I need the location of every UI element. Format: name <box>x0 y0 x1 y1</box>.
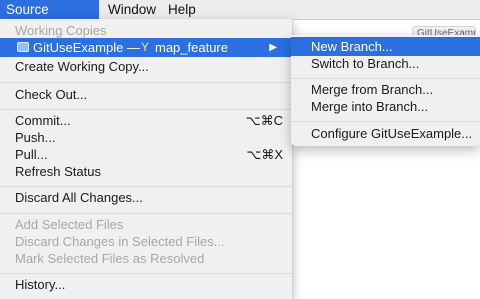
submenu-item-merge-into-branch[interactable]: Merge into Branch... <box>291 97 480 116</box>
branch-icon: Y <box>141 40 150 54</box>
menu-separator <box>0 186 293 187</box>
working-copy-submenu: New Branch... Switch to Branch... Merge … <box>291 35 480 146</box>
working-copy-label: GitUseExample — <box>33 40 140 55</box>
source-control-menu: Working Copies GitUseExample — Y map_fea… <box>0 19 293 299</box>
folder-icon <box>17 42 29 52</box>
menu-separator <box>0 109 293 110</box>
menu-item-mark-resolved: Mark Selected Files as Resolved <box>15 251 205 266</box>
branch-name: map_feature <box>155 40 228 55</box>
submenu-item-configure[interactable]: Configure GitUseExample... <box>291 124 480 143</box>
menu-item-discard-all-changes[interactable]: Discard All Changes... <box>0 188 293 207</box>
menu-separator <box>0 273 293 274</box>
menu-separator <box>0 82 293 83</box>
menu-item-working-copy-gituseexample[interactable]: GitUseExample — Y map_feature ▶ <box>0 38 293 57</box>
menu-item-check-out[interactable]: Check Out... <box>0 85 293 104</box>
submenu-separator <box>291 78 480 79</box>
submenu-arrow-icon: ▶ <box>269 42 277 53</box>
menu-separator <box>0 213 293 214</box>
menu-item-create-working-copy[interactable]: Create Working Copy... <box>0 57 293 76</box>
menu-source-control[interactable]: Source Control <box>0 0 99 36</box>
menu-bar: Source Control Window Help <box>0 0 480 36</box>
submenu-separator <box>291 121 480 122</box>
pull-label: Pull... <box>15 147 48 162</box>
menu-window[interactable]: Window <box>102 0 162 19</box>
submenu-item-switch-branch[interactable]: Switch to Branch... <box>291 54 480 73</box>
menu-help[interactable]: Help <box>162 0 202 19</box>
commit-label: Commit... <box>15 113 71 128</box>
menu-item-history[interactable]: History... <box>0 275 293 294</box>
menu-item-refresh-status[interactable]: Refresh Status <box>0 162 293 181</box>
